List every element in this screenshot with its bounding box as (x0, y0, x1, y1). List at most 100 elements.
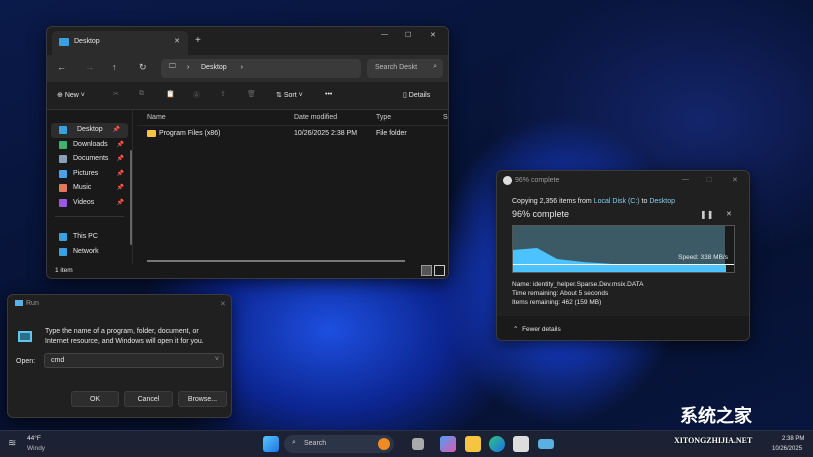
run-app-icon (18, 331, 32, 342)
folder-icon (147, 130, 156, 137)
pin-icon[interactable]: 📌 (117, 184, 124, 191)
open-input-value: cmd (51, 357, 65, 364)
paste-icon[interactable]: 📋 (166, 90, 175, 98)
desktop-icon (59, 38, 69, 46)
file-name: Program Files (x86) (159, 130, 221, 137)
chevron-icon: › (187, 64, 190, 71)
cancel-button[interactable]: Cancel (124, 391, 173, 407)
file-explorer-icon[interactable] (465, 436, 481, 452)
minimize-icon[interactable]: — (381, 31, 388, 38)
search-input[interactable]: Search Deskt ⌕ (367, 59, 443, 78)
taskbar: ≋ 44°F Windy ⌕ Search 2:38 PM 10/26/2025 (0, 430, 813, 457)
delete-icon[interactable]: 🗑 (247, 90, 256, 98)
wind-icon[interactable]: ≋ (8, 438, 16, 449)
column-size[interactable]: Si (443, 114, 448, 121)
speed-area (513, 248, 726, 272)
sort-button[interactable]: ⇅ Sort ˅ (276, 91, 303, 99)
desktop-icon (59, 126, 67, 134)
destination-link[interactable]: Desktop (649, 198, 675, 205)
sidebar-item-this-pc[interactable]: This PC (47, 230, 132, 245)
maximize-icon[interactable]: ☐ (405, 31, 411, 39)
address-bar[interactable]: 🖵 › Desktop › (161, 59, 361, 78)
music-icon (59, 184, 67, 192)
file-name: Name: identity_helper.Sparse.Dev.msix.DA… (512, 281, 644, 288)
weather-condition[interactable]: Windy (27, 445, 45, 452)
pin-icon[interactable]: 📌 (113, 126, 120, 133)
close-icon[interactable]: ✕ (220, 300, 226, 308)
search-icon: ⌕ (292, 439, 296, 446)
sidebar-item-desktop[interactable]: Desktop 📌 (51, 123, 128, 138)
start-button[interactable] (263, 436, 279, 452)
copilot-icon[interactable] (440, 436, 456, 452)
copy-summary: Copying 2,356 items from Local Disk (C:)… (512, 198, 675, 205)
details-button[interactable]: ▯ Details (403, 91, 430, 99)
run-taskbar-icon[interactable] (538, 439, 554, 449)
pin-icon[interactable]: 📌 (117, 199, 124, 206)
dialog-title: 96% complete (515, 177, 560, 184)
sidebar-item-music[interactable]: Music 📌 (47, 181, 132, 196)
sidebar-item-downloads[interactable]: Downloads 📌 (47, 138, 132, 153)
rename-icon[interactable]: Ⓐ (193, 90, 200, 100)
monitor-icon: 🖵 (169, 63, 176, 70)
pin-icon[interactable]: 📌 (117, 155, 124, 162)
close-icon[interactable]: ✕ (430, 31, 436, 39)
sidebar-item-label: Downloads (73, 140, 108, 148)
clock-time[interactable]: 2:38 PM (782, 436, 804, 442)
column-date-modified[interactable]: Date modified (294, 114, 337, 121)
browse-button[interactable]: Browse... (178, 391, 227, 407)
sidebar-item-documents[interactable]: Documents 📌 (47, 152, 132, 167)
horizontal-scrollbar[interactable] (147, 260, 405, 262)
new-button[interactable]: ⊕ New ˅ (57, 91, 85, 99)
sidebar-item-network[interactable]: Network (47, 245, 132, 260)
search-box[interactable]: ⌕ Search (284, 435, 394, 453)
pin-icon[interactable]: 📌 (117, 141, 124, 148)
documents-icon (59, 155, 67, 163)
more-options-button[interactable]: ••• (325, 91, 332, 98)
downloads-icon (59, 140, 67, 149)
chevron-down-icon[interactable]: ˅ (215, 356, 219, 363)
pictures-icon (59, 169, 67, 178)
cut-icon[interactable]: ✂ (113, 90, 119, 98)
new-tab-icon[interactable]: + (195, 35, 201, 46)
table-row[interactable]: Program Files (x86) 10/26/2025 2:38 PM F… (137, 126, 448, 142)
forward-icon[interactable]: → (85, 62, 94, 72)
close-tab-icon[interactable]: ✕ (174, 37, 180, 45)
fewer-details-button[interactable]: ⌃ Fewer details (497, 316, 749, 340)
pin-icon[interactable]: 📌 (117, 170, 124, 177)
breadcrumb[interactable]: Desktop (201, 64, 227, 71)
minimize-icon[interactable]: — (682, 176, 689, 183)
sort-label: Sort (283, 92, 297, 99)
tab-desktop[interactable]: Desktop ✕ (52, 31, 188, 55)
sidebar-item-videos[interactable]: Videos 📌 (47, 196, 132, 211)
file-type: File folder (376, 130, 407, 137)
sidebar-item-pictures[interactable]: Pictures 📌 (47, 167, 132, 182)
speed-label: Speed: 338 MB/s (678, 254, 728, 261)
sidebar-scrollbar[interactable] (130, 150, 132, 245)
ok-button[interactable]: OK (71, 391, 119, 407)
sidebar-item-label: Pictures (73, 169, 99, 177)
maximize-icon[interactable]: ☐ (706, 176, 712, 184)
clock-date[interactable]: 10/26/2025 (772, 446, 802, 452)
to-text: to (639, 198, 650, 205)
close-icon[interactable]: ✕ (732, 176, 738, 184)
dialog-title: Run (26, 300, 39, 307)
back-icon[interactable]: ← (57, 62, 66, 72)
share-icon[interactable]: ⇪ (220, 90, 226, 98)
open-combobox[interactable]: cmd ˅ (44, 353, 224, 368)
refresh-icon[interactable]: ↻ (139, 62, 147, 73)
weather-temp[interactable]: 44°F (27, 435, 41, 442)
column-name[interactable]: Name (147, 114, 166, 121)
source-link[interactable]: Local Disk (C:) (594, 198, 640, 205)
store-icon[interactable] (513, 436, 529, 452)
task-view-icon[interactable] (412, 438, 424, 450)
edge-icon[interactable] (489, 436, 505, 452)
copy-icon[interactable]: ⧉ (139, 90, 144, 98)
item-count: 1 item (55, 267, 73, 274)
details-view-icon[interactable] (421, 265, 432, 276)
tiles-view-icon[interactable] (434, 265, 445, 276)
column-type[interactable]: Type (376, 114, 391, 121)
sidebar-item-label: This PC (73, 233, 98, 240)
up-icon[interactable]: ↑ (112, 62, 117, 72)
cancel-icon[interactable]: ✕ (726, 210, 732, 218)
pause-icon[interactable]: ❚❚ (700, 210, 713, 219)
